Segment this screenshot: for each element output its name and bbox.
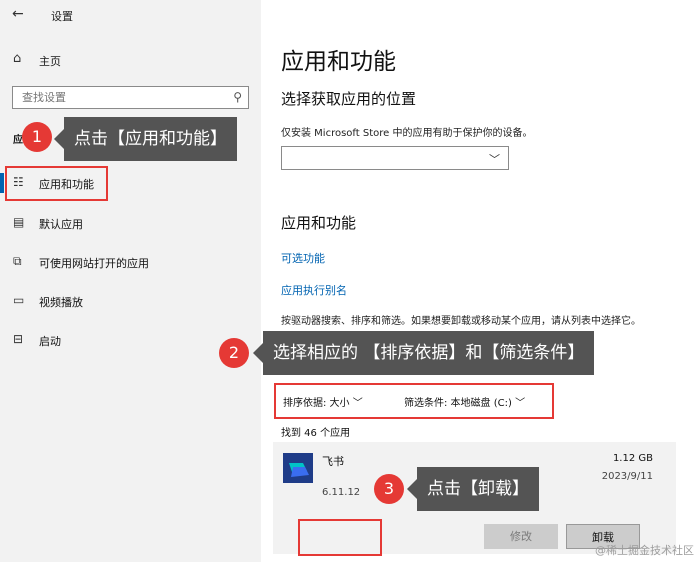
app-size: 1.12 GB xyxy=(612,453,653,464)
back-arrow-icon[interactable]: ← xyxy=(12,6,24,22)
filter-by-label: 筛选条件: 本地磁盘 (C:) xyxy=(404,398,512,409)
chevron-down-icon: ﹀ xyxy=(489,153,500,166)
step-1-callout: 点击【应用和功能】 xyxy=(54,117,237,161)
page-title: 应用和功能 xyxy=(281,49,396,75)
modify-button[interactable]: 修改 xyxy=(484,524,558,549)
watermark: @稀土掘金技术社区 xyxy=(595,544,694,557)
startup-icon: ⊟ xyxy=(13,332,24,346)
step-3-badge: 3 xyxy=(374,474,404,504)
home-label: 主页 xyxy=(39,55,61,68)
web-apps-icon: ⧉ xyxy=(13,254,22,268)
install-location-description: 仅安装 Microsoft Store 中的应用有助于保护你的设备。 xyxy=(281,128,533,139)
sidebar-item-web-apps[interactable]: ⧉ 可使用网站打开的应用 xyxy=(0,244,261,280)
chevron-down-icon: ﹀ xyxy=(352,398,363,409)
home-icon: ⌂ xyxy=(13,51,22,66)
step-3-callout: 点击【卸载】 xyxy=(407,467,539,511)
optional-features-link[interactable]: 可选功能 xyxy=(281,250,325,266)
highlight-apps-features xyxy=(5,166,108,201)
app-execution-alias-link[interactable]: 应用执行别名 xyxy=(281,282,347,298)
video-playback-icon: ▭ xyxy=(13,293,25,307)
settings-search-box[interactable]: ⚲ xyxy=(12,86,249,109)
sidebar-item-label: 可使用网站打开的应用 xyxy=(39,257,149,270)
sidebar-item-label: 默认应用 xyxy=(39,218,83,231)
window-title: 设置 xyxy=(51,10,73,23)
sidebar-item-home[interactable]: ⌂ 主页 xyxy=(0,46,261,74)
apps-description: 按驱动器搜索、排序和筛选。如果想要卸载或移动某个应用，请从列表中选择它。 xyxy=(281,316,641,327)
feishu-app-icon xyxy=(283,453,313,483)
active-indicator xyxy=(0,173,4,193)
apps-features-heading: 应用和功能 xyxy=(281,214,357,232)
sidebar-item-label: 启动 xyxy=(39,335,61,348)
app-install-date: 2023/9/11 xyxy=(601,471,653,482)
highlight-uninstall xyxy=(298,519,382,556)
step-1-badge: 1 xyxy=(22,122,52,152)
app-name: 飞书 xyxy=(322,455,344,468)
install-location-heading: 选择获取应用的位置 xyxy=(281,90,417,108)
sort-by-dropdown[interactable]: 排序依据: 大小 ﹀ xyxy=(283,394,363,409)
step-2-badge: 2 xyxy=(219,338,249,368)
sort-by-label: 排序依据: 大小 xyxy=(283,398,350,409)
sidebar-item-video-playback[interactable]: ▭ 视频播放 xyxy=(0,283,261,319)
title-bar: ← 设置 xyxy=(0,0,261,30)
settings-sidebar: ← 设置 ⌂ 主页 ⚲ 应 ☷ 应用和功能 ▤ 默认应用 ⧉ 可使用网站打开的应… xyxy=(0,0,261,562)
search-icon[interactable]: ⚲ xyxy=(233,90,242,104)
filter-by-dropdown[interactable]: 筛选条件: 本地磁盘 (C:) ﹀ xyxy=(404,394,525,409)
app-version: 6.11.12 xyxy=(322,487,361,498)
sidebar-item-default-apps[interactable]: ▤ 默认应用 xyxy=(0,205,261,241)
chevron-down-icon: ﹀ xyxy=(515,398,526,409)
step-2-callout: 选择相应的 【排序依据】和【筛选条件】 xyxy=(252,331,595,375)
apps-found-count: 找到 46 个应用 xyxy=(281,428,351,439)
default-apps-icon: ▤ xyxy=(13,215,25,229)
settings-search-input[interactable] xyxy=(13,87,223,108)
sidebar-item-label: 视频播放 xyxy=(39,296,83,309)
install-location-dropdown[interactable]: ﹀ xyxy=(281,146,509,170)
